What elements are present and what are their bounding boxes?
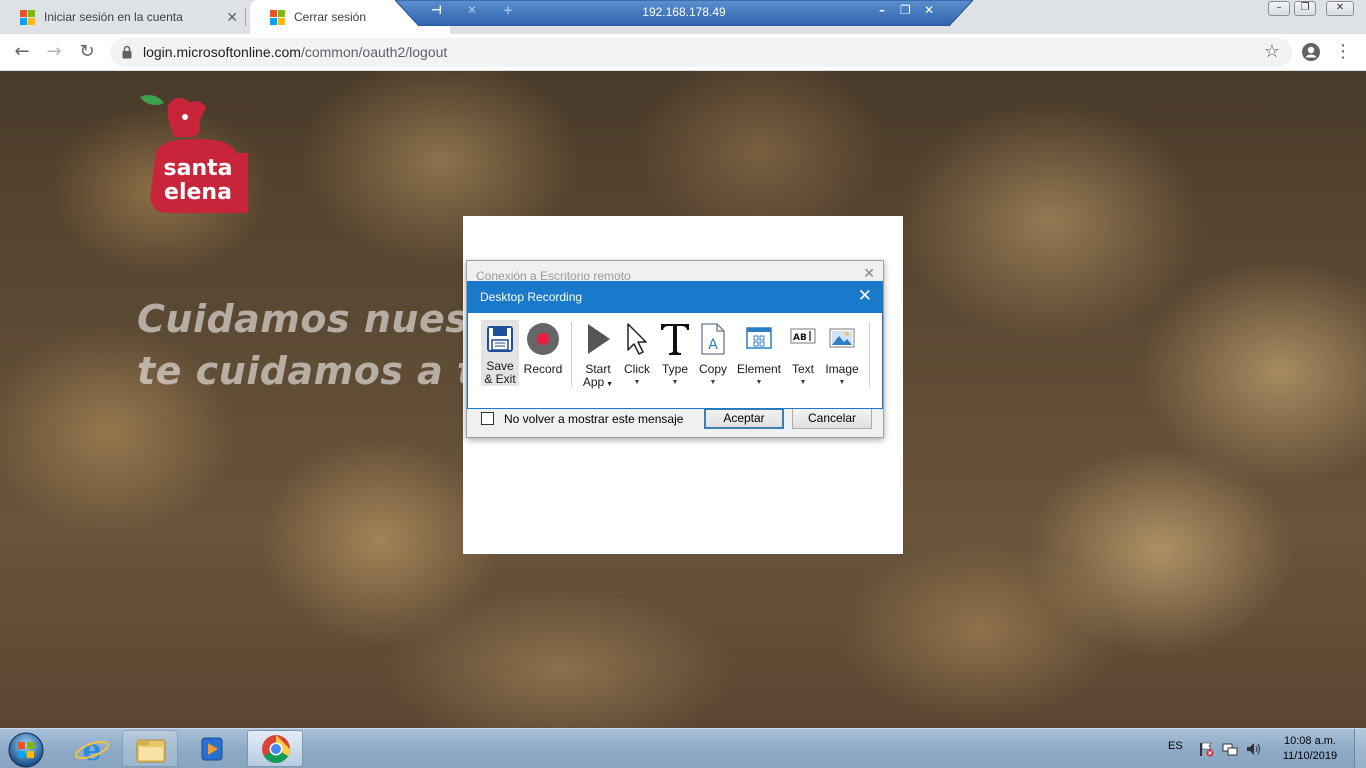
- clock-time: 10:08 a.m.: [1284, 735, 1336, 747]
- media-player-icon: [201, 737, 223, 761]
- image-label: Image: [825, 362, 859, 376]
- taskbar-chrome[interactable]: [247, 730, 303, 767]
- record-button[interactable]: Record: [523, 322, 563, 376]
- image-picture-icon: [829, 328, 855, 348]
- reload-icon[interactable]: ↻: [75, 40, 99, 64]
- save-label-2: & Exit: [484, 372, 516, 386]
- type-label: Type: [661, 362, 688, 376]
- copy-label: Copy: [698, 362, 727, 376]
- dropdown-caret-icon: ▼: [709, 379, 717, 386]
- svg-text:elena: elena: [164, 180, 232, 205]
- text-t-icon: [661, 324, 689, 355]
- url-text: login.microsoftonline.com/common/oauth2/…: [143, 44, 447, 60]
- recorder-title: Desktop Recording: [480, 290, 583, 304]
- close-tab-icon[interactable]: ✕: [226, 9, 238, 26]
- record-label: Record: [523, 362, 563, 376]
- screen: Iniciar sesión en la cuenta ✕ Cerrar ses…: [0, 0, 1366, 768]
- text-button[interactable]: AB Text ▼: [786, 322, 820, 389]
- svg-text:A: A: [708, 337, 718, 353]
- save-label-1: Save: [486, 359, 514, 373]
- accept-button[interactable]: Aceptar: [704, 408, 784, 429]
- url-path: /common/oauth2/logout: [300, 44, 448, 60]
- rdp-close-icon[interactable]: ✕: [924, 3, 934, 17]
- taskbar-media-player[interactable]: [184, 730, 240, 767]
- volume-icon[interactable]: [1246, 741, 1262, 757]
- toolbar-separator: [571, 322, 572, 386]
- element-label: Element: [736, 362, 782, 376]
- profile-avatar-icon[interactable]: [1301, 42, 1321, 62]
- copy-button[interactable]: A Copy ▼: [696, 322, 730, 389]
- forward-icon[interactable]: →: [42, 40, 66, 64]
- chrome-icon: [262, 735, 290, 763]
- checkbox-label: No volver a mostrar este mensaje: [504, 412, 684, 426]
- tab-title: Iniciar sesión en la cuenta: [44, 10, 183, 24]
- text-label: Text: [791, 362, 814, 376]
- start-app-label-2: App: [582, 375, 605, 389]
- start-button-icon[interactable]: [6, 731, 46, 768]
- cancel-button[interactable]: Cancelar: [792, 408, 872, 429]
- rdp-connection-bar[interactable]: ⊣ ✕ + 192.168.178.49 – ❐ ✕: [395, 0, 973, 26]
- start-app-button[interactable]: Start App ▼: [578, 322, 618, 391]
- window-minimize-icon[interactable]: –: [1268, 1, 1290, 16]
- element-button[interactable]: Element ▼: [734, 322, 784, 389]
- recorder-close-icon[interactable]: ✕: [858, 286, 872, 306]
- window-restore-icon[interactable]: ❐: [1294, 1, 1316, 16]
- dialog-close-icon[interactable]: ✕: [863, 266, 875, 282]
- browser-toolbar: ← → ↻ login.microsoftonline.com/common/o…: [0, 34, 1366, 71]
- dropdown-caret-icon: ▼: [799, 379, 807, 386]
- dont-show-again-checkbox[interactable]: [481, 412, 494, 425]
- click-label: Click: [624, 362, 650, 376]
- taskbar-file-explorer[interactable]: [122, 730, 178, 767]
- svg-text:santa: santa: [164, 156, 233, 181]
- folder-icon: [136, 739, 166, 763]
- dropdown-caret-icon: ▼: [755, 379, 763, 386]
- bookmark-star-icon[interactable]: ☆: [1264, 41, 1280, 62]
- dropdown-caret-icon: ▼: [604, 381, 614, 388]
- url-host: login.microsoftonline.com: [143, 44, 301, 60]
- click-button[interactable]: Click ▼: [620, 322, 654, 389]
- window-close-icon[interactable]: ✕: [1326, 1, 1354, 16]
- play-icon: [588, 324, 610, 354]
- rdp-restore-icon[interactable]: ❐: [900, 3, 911, 17]
- desktop-recording-window: Desktop Recording ✕ Save & Exit Record S…: [467, 281, 883, 409]
- rdp-minimize-icon[interactable]: –: [879, 3, 885, 17]
- dropdown-caret-icon: ▼: [838, 379, 846, 386]
- input-language[interactable]: ES: [1168, 740, 1183, 752]
- dropdown-caret-icon: ▼: [633, 379, 641, 386]
- rdp-host-address: 192.168.178.49: [642, 5, 726, 19]
- copy-document-icon: A: [701, 323, 725, 355]
- svg-text:e: e: [82, 733, 101, 767]
- browser-tab-strip: Iniciar sesión en la cuenta ✕ Cerrar ses…: [0, 0, 1366, 34]
- record-icon: [527, 323, 559, 355]
- svg-text:AB: AB: [793, 333, 807, 343]
- tab-title: Cerrar sesión: [294, 10, 367, 24]
- image-button[interactable]: Image ▼: [822, 322, 862, 389]
- floppy-disk-icon: [487, 326, 513, 352]
- action-center-flag-icon[interactable]: [1198, 741, 1214, 757]
- system-clock[interactable]: 10:08 a.m. 11/10/2019: [1270, 734, 1350, 764]
- internet-explorer-icon: e: [74, 733, 110, 768]
- toolbar-separator: [869, 322, 870, 386]
- browser-menu-icon[interactable]: ⋮: [1331, 40, 1355, 64]
- save-exit-button[interactable]: Save & Exit: [481, 320, 519, 386]
- taskbar-internet-explorer[interactable]: e: [64, 730, 120, 768]
- network-icon[interactable]: [1222, 741, 1238, 757]
- lock-icon: [122, 45, 132, 59]
- santa-elena-logo: santa elena: [140, 95, 248, 213]
- text-field-icon: AB: [790, 328, 816, 344]
- cursor-arrow-icon: [627, 323, 647, 355]
- dropdown-caret-icon: ▼: [671, 379, 679, 386]
- windows-taskbar: e ES 10:08 a.m. 11/10/2019: [0, 728, 1366, 768]
- microsoft-logo-icon: [20, 10, 35, 25]
- back-icon[interactable]: ←: [10, 40, 34, 64]
- element-window-icon: [746, 327, 772, 349]
- type-button[interactable]: Type ▼: [658, 322, 692, 389]
- address-bar[interactable]: login.microsoftonline.com/common/oauth2/…: [110, 38, 1292, 67]
- tab-iniciar-sesion[interactable]: Iniciar sesión en la cuenta ✕: [0, 0, 246, 34]
- show-desktop-button[interactable]: [1354, 729, 1366, 768]
- microsoft-logo-icon: [270, 10, 285, 25]
- recorder-title-bar: Desktop Recording ✕: [468, 282, 882, 313]
- start-app-label-1: Start: [585, 362, 611, 376]
- clock-date: 11/10/2019: [1282, 750, 1338, 762]
